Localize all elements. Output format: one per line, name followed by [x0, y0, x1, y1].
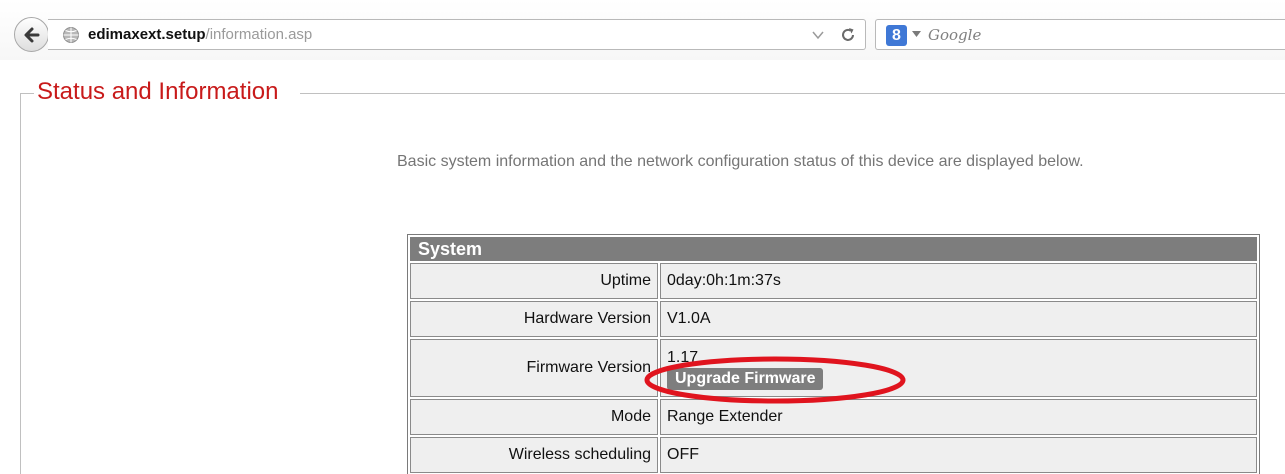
- fieldset-border: [300, 93, 1285, 94]
- fieldset-border: [20, 93, 34, 94]
- wireless-scheduling-label: Wireless scheduling: [410, 437, 658, 473]
- fieldset-border: [20, 93, 21, 474]
- table-row: Firmware Version 1.17 Upgrade Firmware: [410, 339, 1257, 397]
- hardware-version-label: Hardware Version: [410, 301, 658, 337]
- page-title: Status and Information: [37, 78, 279, 105]
- back-button[interactable]: [14, 17, 49, 52]
- mode-label: Mode: [410, 399, 658, 435]
- search-engine-icon[interactable]: 8: [886, 25, 907, 46]
- url-text[interactable]: edimaxext.setup/information.asp: [88, 26, 312, 44]
- upgrade-firmware-button[interactable]: Upgrade Firmware: [667, 368, 824, 390]
- hardware-version-value: V1.0A: [660, 301, 1257, 337]
- address-bar[interactable]: edimaxext.setup/information.asp: [48, 19, 866, 50]
- reload-icon[interactable]: [839, 26, 857, 44]
- table-row: Uptime 0day:0h:1m:37s: [410, 263, 1257, 299]
- back-arrow-icon: [24, 27, 39, 42]
- system-info-table: System Uptime 0day:0h:1m:37s Hardware Ve…: [407, 234, 1260, 474]
- firmware-version-label: Firmware Version: [410, 339, 658, 397]
- firmware-version-value: 1.17: [667, 349, 699, 366]
- wireless-scheduling-value: OFF: [660, 437, 1257, 473]
- table-row: Mode Range Extender: [410, 399, 1257, 435]
- page-description: Basic system information and the network…: [397, 153, 1084, 170]
- dropdown-arrow-icon[interactable]: [811, 28, 825, 42]
- browser-toolbar: edimaxext.setup/information.asp 8: [0, 0, 1285, 60]
- globe-icon: [63, 27, 79, 43]
- search-bar[interactable]: 8: [875, 19, 1285, 50]
- url-path: /information.asp: [205, 26, 313, 43]
- system-section-header: System: [410, 237, 1257, 261]
- url-host: edimaxext.setup: [88, 26, 206, 43]
- uptime-label: Uptime: [410, 263, 658, 299]
- firmware-version-cell: 1.17 Upgrade Firmware: [660, 339, 1257, 397]
- uptime-value: 0day:0h:1m:37s: [660, 263, 1257, 299]
- table-row: Wireless scheduling OFF: [410, 437, 1257, 473]
- table-row: Hardware Version V1.0A: [410, 301, 1257, 337]
- search-input[interactable]: [928, 24, 1268, 46]
- mode-value: Range Extender: [660, 399, 1257, 435]
- chevron-down-icon[interactable]: [912, 31, 921, 38]
